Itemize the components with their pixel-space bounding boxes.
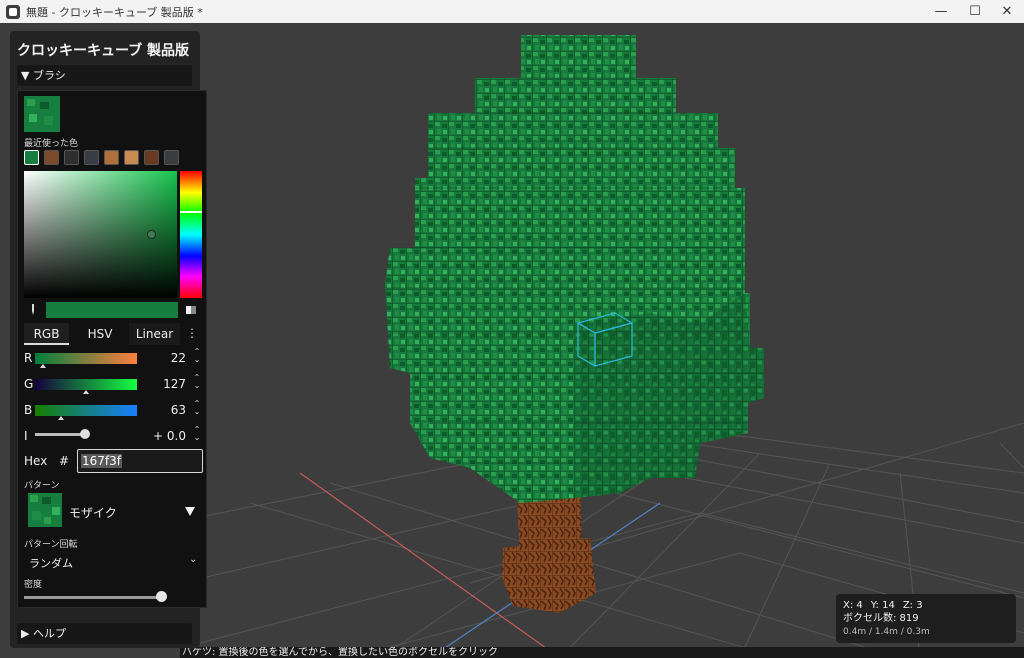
density-slider-handle[interactable] bbox=[156, 591, 167, 602]
panel-app-title: クロッキーキューブ 製品版 bbox=[17, 43, 190, 59]
voxel-count: ボクセル数: 819 bbox=[843, 613, 919, 624]
tab-rgb[interactable]: RGB bbox=[24, 323, 69, 345]
hint-bar: バケツ: 置換後の色を選んでから、置換したい色のボクセルをクリック bbox=[180, 647, 1024, 658]
red-slider-handle[interactable] bbox=[40, 364, 46, 368]
channel-label-b: B bbox=[24, 403, 33, 417]
hue-slider[interactable] bbox=[180, 171, 202, 298]
app-icon bbox=[6, 4, 20, 19]
pattern-label: パターン bbox=[24, 481, 60, 491]
model-dimensions: 0.4m / 1.4m / 0.3m bbox=[843, 627, 930, 637]
recent-color-swatch[interactable] bbox=[164, 150, 179, 165]
intensity-value[interactable]: + 0.0 bbox=[140, 429, 186, 443]
blue-slider[interactable] bbox=[35, 405, 137, 416]
color-preview-bar bbox=[46, 302, 178, 318]
hue-slider-handle[interactable] bbox=[180, 211, 202, 213]
recent-colors-label: 最近使った色 bbox=[24, 139, 79, 149]
current-color-preview bbox=[24, 96, 60, 132]
help-section-header[interactable]: ▶ ヘルプ bbox=[17, 623, 192, 644]
coord-z: Z: 3 bbox=[902, 600, 923, 611]
eyedropper-icon[interactable] bbox=[27, 303, 39, 317]
hex-prefix: # bbox=[59, 454, 70, 468]
red-slider[interactable] bbox=[35, 353, 137, 364]
more-options-icon[interactable]: ⋮ bbox=[186, 326, 198, 340]
hex-input[interactable]: 167f3f bbox=[77, 449, 203, 473]
green-slider[interactable] bbox=[35, 379, 137, 390]
pattern-rotation-value[interactable]: ランダム bbox=[29, 555, 73, 571]
intensity-slider-handle[interactable] bbox=[80, 429, 90, 439]
recent-color-swatch[interactable] bbox=[24, 150, 39, 165]
coord-x: X: 4 bbox=[843, 600, 863, 611]
red-value[interactable]: 22 bbox=[140, 351, 186, 365]
density-label: 密度 bbox=[24, 580, 43, 590]
hex-input-value: 167f3f bbox=[81, 454, 122, 468]
channel-label-i: I bbox=[24, 429, 28, 443]
pattern-rotation-label: パターン回転 bbox=[24, 540, 78, 550]
channel-label-r: R bbox=[24, 351, 33, 365]
tab-hsv[interactable]: HSV bbox=[76, 323, 124, 345]
channel-label-g: G bbox=[24, 377, 34, 391]
tab-linear[interactable]: Linear bbox=[129, 323, 180, 345]
tree-canopy bbox=[385, 35, 764, 503]
brush-section-header[interactable]: ▼ ブラシ bbox=[17, 65, 192, 86]
compare-color-icon[interactable] bbox=[185, 304, 197, 316]
recent-color-swatch[interactable] bbox=[144, 150, 159, 165]
hex-label: Hex bbox=[24, 454, 48, 468]
green-value[interactable]: 127 bbox=[140, 377, 186, 391]
pattern-dropdown-icon[interactable] bbox=[185, 507, 195, 516]
minimize-button[interactable]: — bbox=[924, 0, 958, 23]
window-title: 無題 - クロッキーキューブ 製品版 * bbox=[26, 5, 203, 19]
pattern-thumbnail[interactable] bbox=[28, 493, 62, 527]
recent-color-swatch[interactable] bbox=[124, 150, 139, 165]
intensity-slider[interactable] bbox=[35, 433, 85, 436]
recent-color-swatch[interactable] bbox=[84, 150, 99, 165]
recent-color-swatch[interactable] bbox=[64, 150, 79, 165]
density-slider[interactable] bbox=[24, 596, 164, 599]
sv-picker-handle[interactable] bbox=[147, 230, 156, 239]
blue-stepper[interactable]: ⌃ ⌄ bbox=[192, 400, 202, 416]
chevron-down-icon[interactable]: ⌄ bbox=[189, 554, 197, 565]
red-stepper[interactable]: ⌃ ⌄ bbox=[192, 348, 202, 364]
blue-value[interactable]: 63 bbox=[140, 403, 186, 417]
recent-color-swatch[interactable] bbox=[104, 150, 119, 165]
green-slider-handle[interactable] bbox=[83, 390, 89, 394]
color-picker-popup: 最近使った色 RGB HSV Linear ⋮ R 22 ⌃ ⌄ G 127 ⌃ ⌄… bbox=[17, 90, 207, 608]
intensity-stepper[interactable]: ⌃ ⌄ bbox=[192, 426, 202, 442]
pattern-value[interactable]: モザイク bbox=[69, 504, 117, 521]
stats-overlay: X: 4 Y: 14 Z: 3 ボクセル数: 819 0.4m / 1.4m /… bbox=[836, 594, 1016, 643]
coord-y: Y: 14 bbox=[870, 600, 895, 611]
title-bar: 無題 - クロッキーキューブ 製品版 * — ☐ ✕ bbox=[0, 0, 1024, 23]
close-button[interactable]: ✕ bbox=[990, 0, 1024, 23]
maximize-button[interactable]: ☐ bbox=[958, 0, 992, 23]
recent-color-swatch[interactable] bbox=[44, 150, 59, 165]
blue-slider-handle[interactable] bbox=[58, 416, 64, 420]
green-stepper[interactable]: ⌃ ⌄ bbox=[192, 374, 202, 390]
